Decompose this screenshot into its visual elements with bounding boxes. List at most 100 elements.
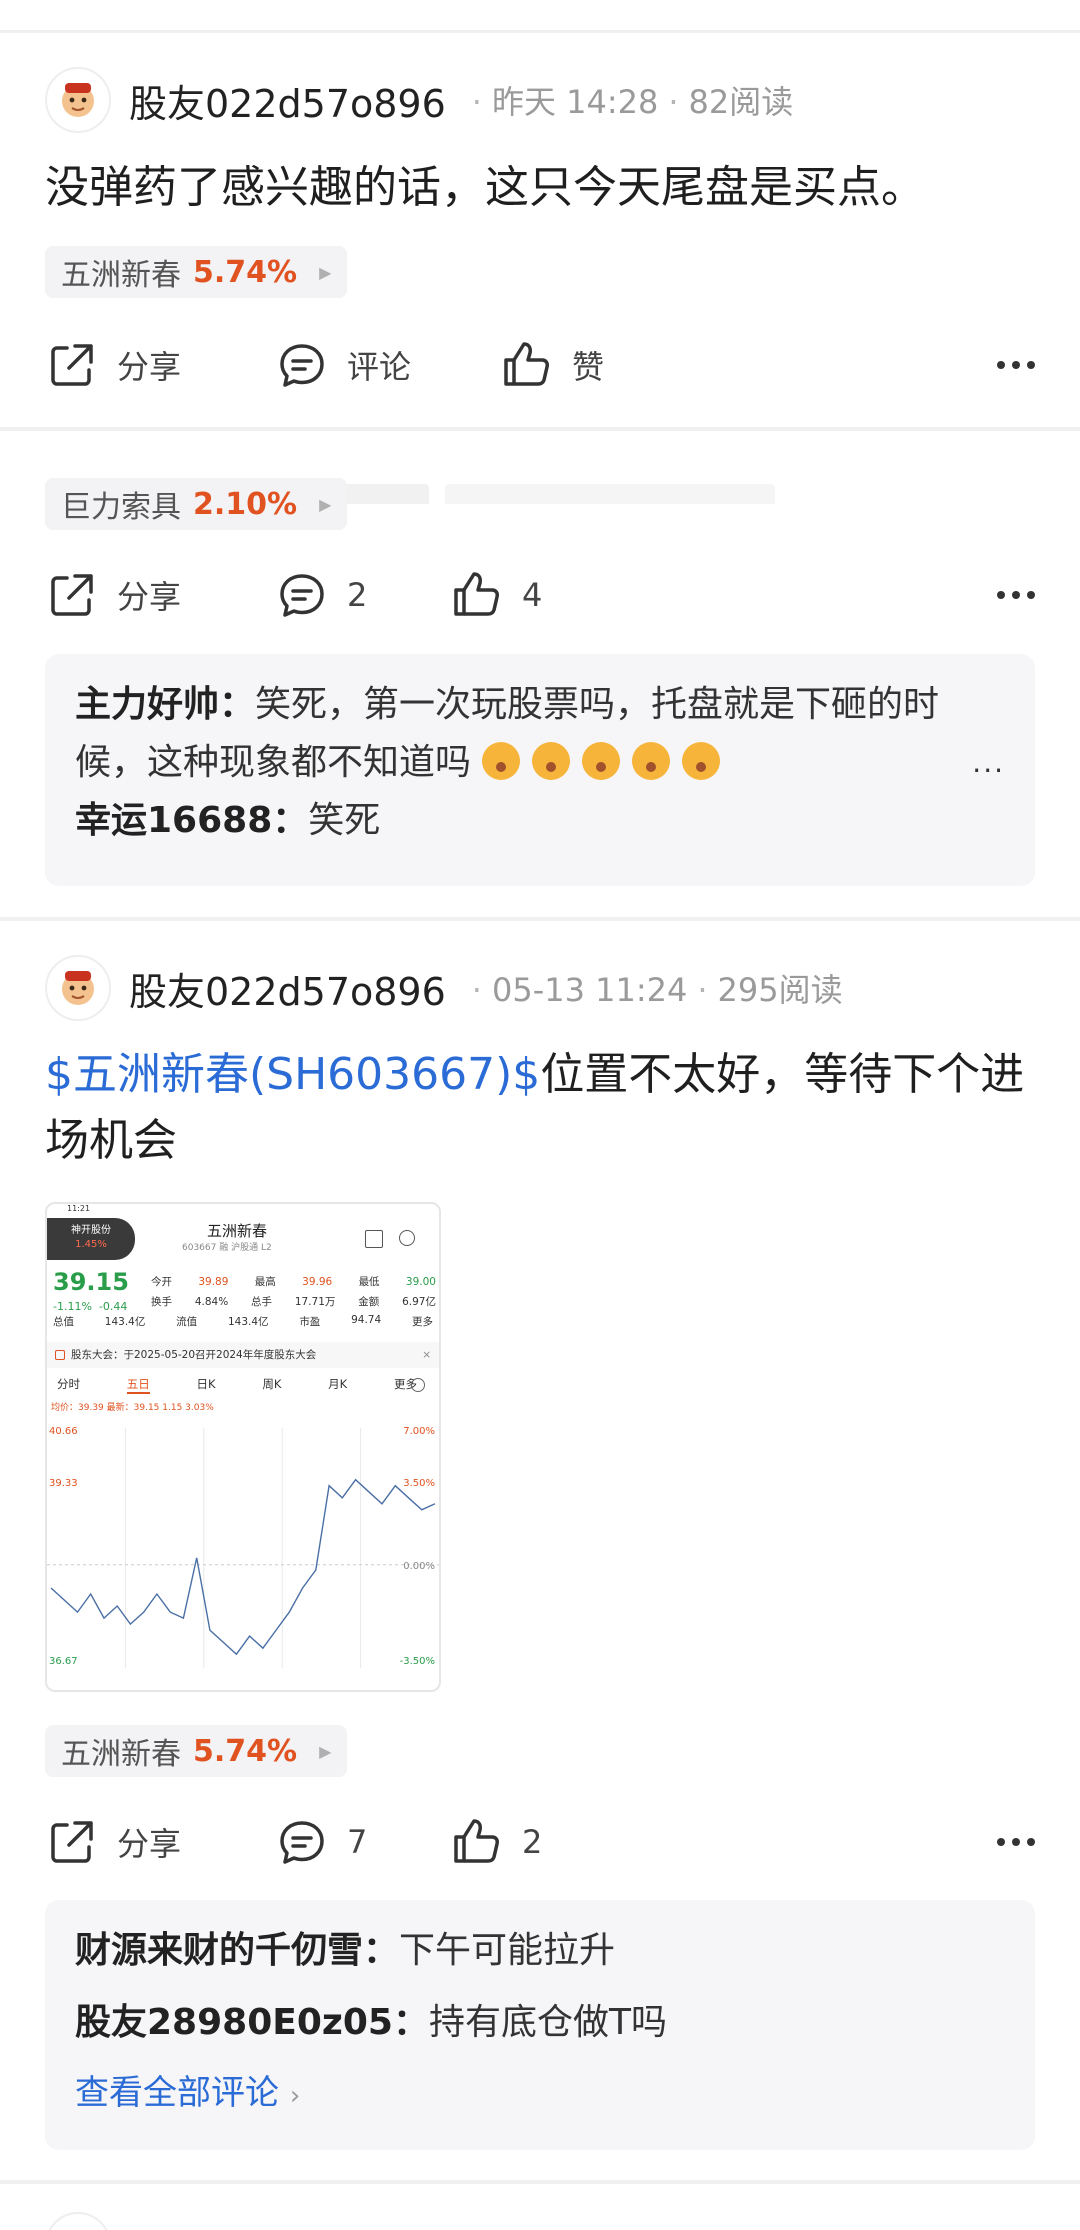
comment-text: 持有底仓做T吗	[428, 2002, 667, 2043]
share-label: 分享	[117, 1825, 182, 1863]
play-arrow-icon: ▶	[319, 494, 332, 514]
intraday-chart: 40.66 39.33 36.67 7.00% 3.50% 0.00% -3.50%	[47, 1426, 439, 1668]
like-count: 2	[522, 1823, 543, 1861]
comment-preview-box[interactable]: 财源来财的千仞雪：下午可能拉升 股友28980E0z05：持有底仓做T吗 查看全…	[45, 1900, 1035, 2150]
expand-ellipsis[interactable]: ...	[972, 746, 1005, 779]
share-button[interactable]: 分享	[45, 330, 181, 400]
share-button[interactable]: 分享	[45, 560, 181, 630]
play-arrow-icon: ▶	[319, 262, 332, 282]
comment-user[interactable]: 财源来财的千仞雪	[75, 1930, 363, 1971]
comment-button[interactable]: 7	[275, 1807, 367, 1877]
like-button[interactable]: 赞	[500, 330, 604, 400]
y-right-tick-label: 3.50%	[403, 1478, 435, 1489]
stock-tag[interactable]: 五洲新春 5.74% ▶	[45, 246, 347, 298]
stock-tag[interactable]: 巨力索具 2.10% ▶	[45, 478, 347, 530]
top-divider	[0, 30, 1080, 33]
share-icon	[51, 574, 93, 616]
post-time: 05-13 11:24	[491, 971, 688, 1009]
action-bar: 分享 2 4	[45, 560, 1035, 630]
comment-item[interactable]: 财源来财的千仞雪：下午可能拉升	[75, 1922, 1005, 1980]
dizzy-face-icon	[582, 742, 621, 780]
author-name[interactable]: 股友022d57o896	[129, 73, 446, 128]
comment-icon	[280, 344, 324, 387]
comment-item[interactable]: 股友28980E0z05：持有底仓做T吗	[75, 1994, 1005, 2052]
comment-icon	[280, 574, 324, 617]
more-options-button[interactable]	[990, 560, 1035, 630]
like-button[interactable]: 2	[450, 1807, 542, 1877]
post-text[interactable]: $五洲新春(SH603667)$位置不太好，等待下个进场机会	[45, 1042, 1035, 1174]
comment-icon	[280, 1821, 324, 1864]
more-options-button[interactable]	[990, 1807, 1035, 1877]
stock-name: 五洲新春	[61, 1737, 181, 1772]
comment-button[interactable]: 2	[275, 560, 367, 630]
chart-screenshot-thumbnail[interactable]: 11:21 神开股份 1.45% 五洲新春 603667 融 沪股通 L2 39…	[45, 1202, 441, 1692]
share-label: 分享	[117, 348, 182, 386]
thumb-gear-icon	[411, 1378, 425, 1392]
comment-preview-box[interactable]: 主力好帅：笑死，第一次玩股票吗，托盘就是下砸的时候，这种现象都不知道吗 ... …	[45, 654, 1035, 886]
comment-item[interactable]: 幸运16688：笑死	[75, 792, 1005, 850]
avatar-mascot-icon	[62, 83, 94, 117]
thumb-status-bar: 11:21	[47, 1204, 439, 1214]
comment-count: 7	[347, 1823, 368, 1861]
thumb-search-icon	[399, 1230, 415, 1246]
dizzy-face-icon	[482, 742, 521, 780]
thumb-badge-name: 神开股份	[71, 1225, 111, 1236]
thumb-price: 39.15	[53, 1268, 129, 1296]
comment-count: 2	[347, 576, 368, 614]
emoji-row	[482, 742, 732, 783]
post-reads: 82阅读	[688, 83, 794, 121]
post-meta: · 昨天 14:28 · 82阅读	[471, 83, 794, 121]
thumb-stats-row2: 换手 4.84% 总手 17.71万 金额 6.97亿	[151, 1296, 436, 1308]
share-icon	[51, 344, 93, 386]
chevron-right-icon: ›	[289, 2081, 301, 2111]
like-count: 4	[522, 576, 543, 614]
comment-user[interactable]: 主力好帅	[75, 684, 219, 725]
post-text[interactable]: 没弹药了感兴趣的话，这只今天尾盘是买点。	[45, 155, 1035, 221]
speaker-icon	[55, 1350, 65, 1360]
y-left-tick-label: 39.33	[49, 1478, 78, 1489]
y-right-tick-label: -3.50%	[400, 1656, 435, 1667]
y-right-tick-label: 7.00%	[403, 1426, 435, 1437]
comment-button[interactable]: 评论	[275, 330, 411, 400]
see-all-comments-link[interactable]: 查看全部评论 ›	[75, 2068, 1005, 2121]
thumbs-up-icon	[504, 342, 549, 386]
play-arrow-icon: ▶	[319, 1741, 332, 1761]
price-line	[50, 1478, 436, 1656]
avatar[interactable]	[45, 955, 111, 1021]
stock-tag[interactable]: 五洲新春 5.74% ▶	[45, 1725, 347, 1777]
comment-text: 下午可能拉升	[399, 1930, 616, 1971]
chart-grid	[47, 1428, 439, 1668]
thumb-stats-row3: 总值 143.4亿 流值 143.4亿 市盈 94.74 更多	[53, 1314, 433, 1328]
comment-user[interactable]: 股友28980E0z05	[75, 2002, 393, 2043]
like-button[interactable]: 4	[450, 560, 542, 630]
y-left-tick-label: 36.67	[49, 1656, 78, 1667]
dizzy-face-icon	[632, 742, 671, 780]
thumb-title: 五洲新春	[207, 1222, 268, 1240]
y-right-tick-label: 0.00%	[403, 1561, 435, 1572]
comment-label: 评论	[347, 348, 412, 386]
thumb-avg-line: 均价：39.39 最新：39.15 1.15 3.03%	[51, 1403, 214, 1413]
action-bar: 分享 7 2	[45, 1807, 1035, 1877]
author-name[interactable]: 股友022d57o896	[129, 961, 446, 1016]
stock-change: 5.74%	[193, 254, 298, 290]
axis-labels: 40.66 39.33 36.67 7.00% 3.50% 0.00% -3.50%	[49, 1426, 435, 1667]
share-label: 分享	[117, 578, 182, 616]
post-divider	[0, 2180, 1080, 2184]
avatar[interactable]	[45, 67, 111, 133]
thumb-notice: 股东大会：于2025-05-20召开2024年年度股东大会 ×	[47, 1342, 439, 1368]
post-reads: 295阅读	[717, 971, 843, 1009]
share-icon	[51, 1821, 93, 1863]
thumb-tabs: 分时 五日 日K 周K 月K 更多	[57, 1376, 417, 1394]
share-button[interactable]: 分享	[45, 1807, 181, 1877]
post-time: 昨天 14:28	[491, 83, 659, 121]
avatar-mascot-icon	[62, 971, 94, 1005]
post-divider	[0, 917, 1080, 921]
comment-user[interactable]: 幸运16688	[75, 800, 272, 841]
more-options-button[interactable]	[990, 330, 1035, 400]
comment-item[interactable]: 主力好帅：笑死，第一次玩股票吗，托盘就是下砸的时候，这种现象都不知道吗	[75, 676, 1005, 792]
thumbs-up-icon	[454, 1819, 499, 1863]
stock-change: 2.10%	[193, 486, 298, 522]
stock-link[interactable]: $五洲新春(SH603667)$	[45, 1049, 540, 1100]
action-bar: 分享 评论 赞	[45, 330, 1035, 400]
like-label: 赞	[572, 348, 605, 386]
